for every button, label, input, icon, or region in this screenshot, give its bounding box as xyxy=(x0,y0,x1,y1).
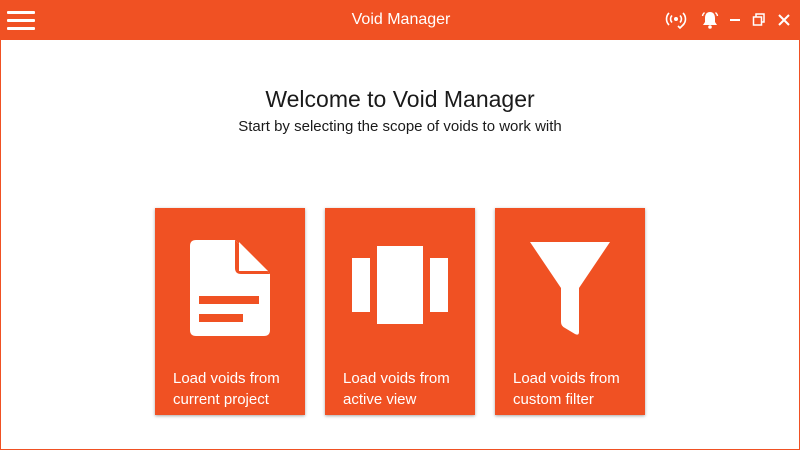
document-icon xyxy=(155,236,305,336)
minimize-icon[interactable] xyxy=(728,10,748,30)
tile-label-line: current project xyxy=(173,391,269,408)
close-icon[interactable] xyxy=(777,10,797,30)
restore-icon[interactable] xyxy=(752,10,772,30)
tile-label-line: custom filter xyxy=(513,391,594,408)
broadcast-icon[interactable] xyxy=(665,10,687,30)
tile-label-line: Load voids from xyxy=(513,370,620,387)
filter-icon xyxy=(495,236,645,336)
view-carousel-icon xyxy=(325,236,475,336)
main-content: Welcome to Void Manager Start by selecti… xyxy=(1,40,799,449)
app-window: Void Manager Welcome to Void Manager Sta… xyxy=(0,0,800,450)
tile-label: Load voids from current project xyxy=(173,368,297,410)
welcome-heading: Welcome to Void Manager xyxy=(265,86,535,112)
tile-label-line: Load voids from xyxy=(343,370,450,387)
tile-label: Load voids from custom filter xyxy=(513,368,637,410)
load-active-view-tile[interactable]: Load voids from active view xyxy=(325,208,475,415)
tile-label-line: active view xyxy=(343,391,417,408)
title-bar: Void Manager xyxy=(1,0,800,40)
load-current-project-tile[interactable]: Load voids from current project xyxy=(155,208,305,415)
bell-icon[interactable] xyxy=(700,10,720,30)
welcome-subheading: Start by selecting the scope of voids to… xyxy=(238,118,562,135)
tile-label: Load voids from active view xyxy=(343,368,467,410)
load-custom-filter-tile[interactable]: Load voids from custom filter xyxy=(495,208,645,415)
tile-label-line: Load voids from xyxy=(173,370,280,387)
